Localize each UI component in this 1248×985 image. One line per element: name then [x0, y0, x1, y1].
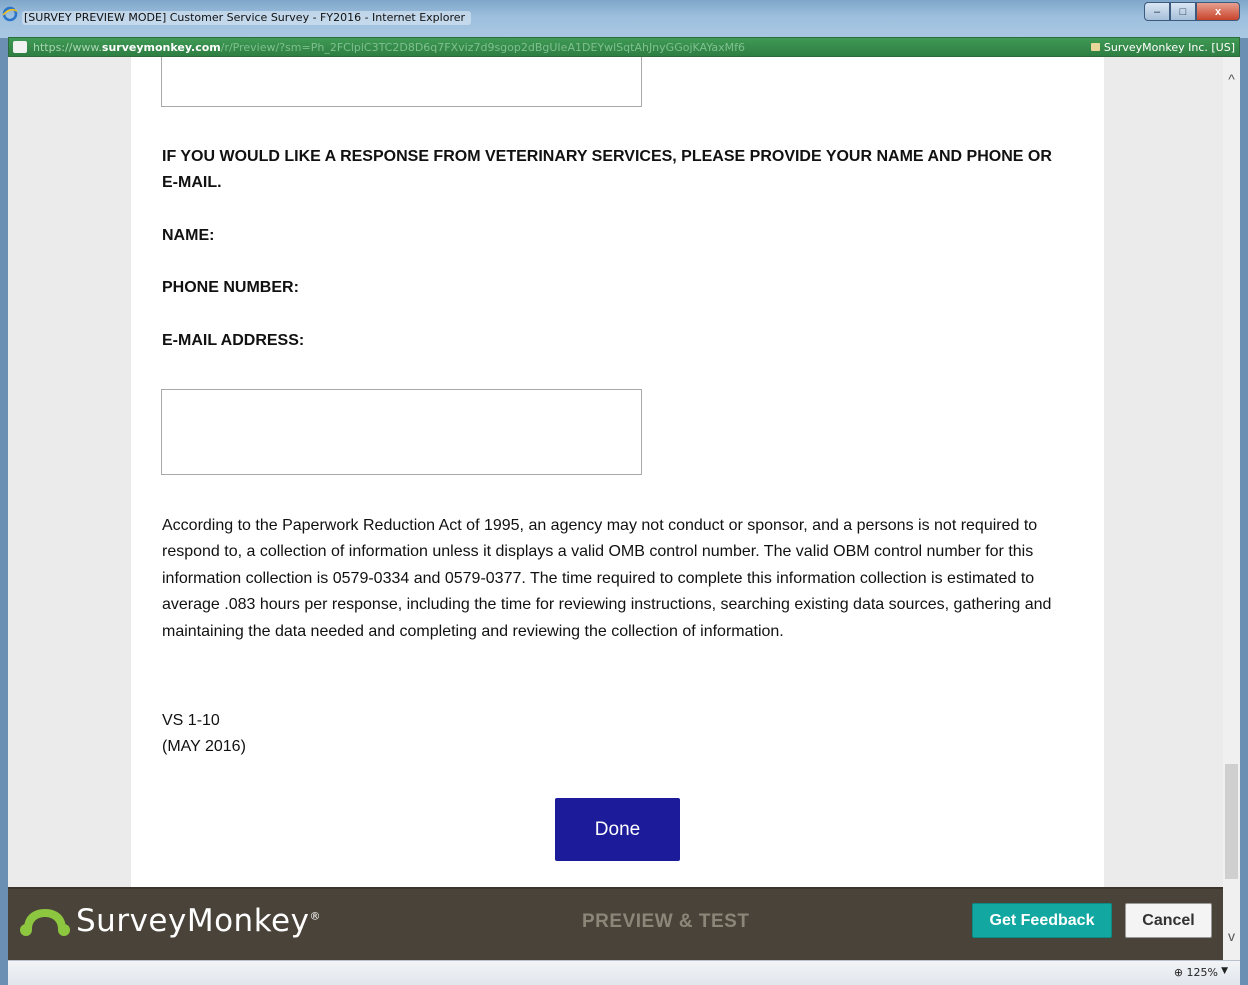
status-bar: ⊕ 125% ▼	[8, 960, 1240, 985]
email-label: E-MAIL ADDRESS:	[162, 332, 305, 349]
form-date: (MAY 2016)	[162, 738, 246, 755]
site-icon	[13, 41, 27, 53]
url-path: /r/Preview/?sm=Ph_2FClplC3TC2D8D6q7FXviz…	[220, 41, 746, 54]
get-feedback-button[interactable]: Get Feedback	[972, 903, 1112, 938]
url-text[interactable]: https://www.surveymonkey.com/r/Preview/?…	[33, 41, 745, 54]
certificate-badge[interactable]: SurveyMonkey Inc. [US]	[1090, 41, 1235, 54]
done-button[interactable]: Done	[555, 798, 680, 861]
form-id: VS 1-10	[162, 712, 220, 729]
maximize-button[interactable]: □	[1170, 2, 1196, 21]
chevron-down-icon[interactable]: ▼	[1221, 966, 1228, 976]
response-prompt: IF YOU WOULD LIKE A RESPONSE FROM VETERI…	[162, 148, 1052, 191]
zoom-level: 125%	[1186, 966, 1218, 979]
phone-label: PHONE NUMBER:	[162, 279, 299, 296]
previous-answer-textbox[interactable]	[161, 57, 642, 107]
internet-explorer-icon	[2, 6, 18, 22]
browser-viewport: IF YOU WOULD LIKE A RESPONSE FROM VETERI…	[8, 57, 1240, 960]
name-label: NAME:	[162, 227, 215, 244]
brand-mark: ®	[309, 909, 321, 923]
brand-name: SurveyMonkey	[76, 903, 310, 939]
address-bar[interactable]: https://www.surveymonkey.com/r/Preview/?…	[8, 37, 1240, 57]
vertical-scrollbar[interactable]: ^ v	[1223, 57, 1240, 960]
scroll-thumb[interactable]	[1225, 764, 1238, 879]
certificate-label: SurveyMonkey Inc. [US]	[1103, 41, 1235, 54]
paperwork-notice: According to the Paperwork Reduction Act…	[162, 517, 1052, 640]
url-host: surveymonkey.com	[101, 41, 221, 54]
scroll-up-arrow-icon[interactable]: ^	[1223, 71, 1240, 93]
zoom-control[interactable]: ⊕ 125%	[1174, 966, 1218, 979]
preview-toolbar: SurveyMonkey® PREVIEW & TEST Get Feedbac…	[8, 887, 1223, 960]
surveymonkey-logo-icon	[20, 909, 70, 936]
survey-content: IF YOU WOULD LIKE A RESPONSE FROM VETERI…	[131, 57, 1104, 960]
lock-icon	[1090, 43, 1100, 51]
close-button[interactable]: x	[1196, 2, 1240, 21]
window-controls: – □ x	[1144, 2, 1240, 22]
zoom-icon: ⊕	[1173, 966, 1184, 979]
scroll-down-arrow-icon[interactable]: v	[1223, 928, 1240, 950]
preview-mode-label: PREVIEW & TEST	[582, 911, 750, 932]
window-title: [SURVEY PREVIEW MODE] Customer Service S…	[22, 11, 472, 25]
cancel-button[interactable]: Cancel	[1125, 903, 1212, 938]
url-scheme: https://	[33, 41, 73, 54]
url-www: www.	[72, 41, 102, 54]
surveymonkey-logo: SurveyMonkey®	[20, 899, 321, 943]
contact-info-textbox[interactable]	[161, 389, 642, 475]
window-titlebar: [SURVEY PREVIEW MODE] Customer Service S…	[0, 0, 1248, 38]
minimize-button[interactable]: –	[1144, 2, 1170, 21]
